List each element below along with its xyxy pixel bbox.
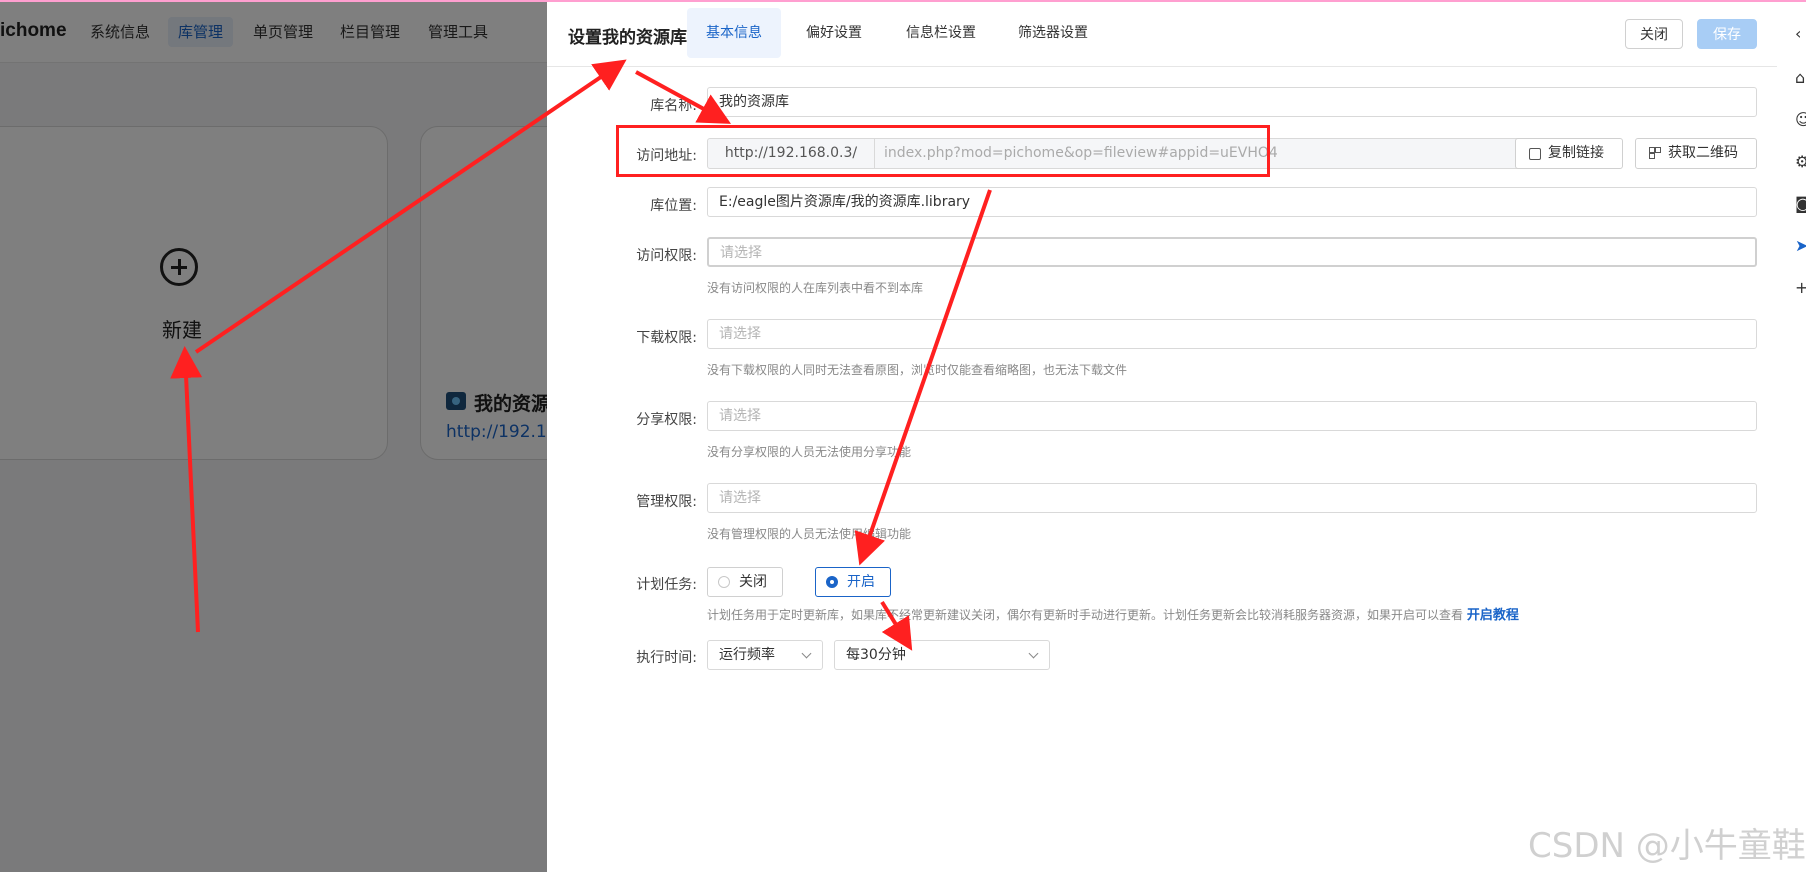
- annotation-arrows: [170, 59, 992, 651]
- arrow-to-exec-time: [880, 600, 913, 651]
- watermark: CSDN @小牛童鞋: [1528, 826, 1806, 866]
- arrow-title-to-url: [635, 70, 732, 124]
- arrow-new-to-title: [194, 59, 627, 354]
- arrow-up-to-new: [170, 346, 203, 633]
- arrow-to-schedule-on: [854, 189, 992, 566]
- window-edge: [0, 0, 1806, 2]
